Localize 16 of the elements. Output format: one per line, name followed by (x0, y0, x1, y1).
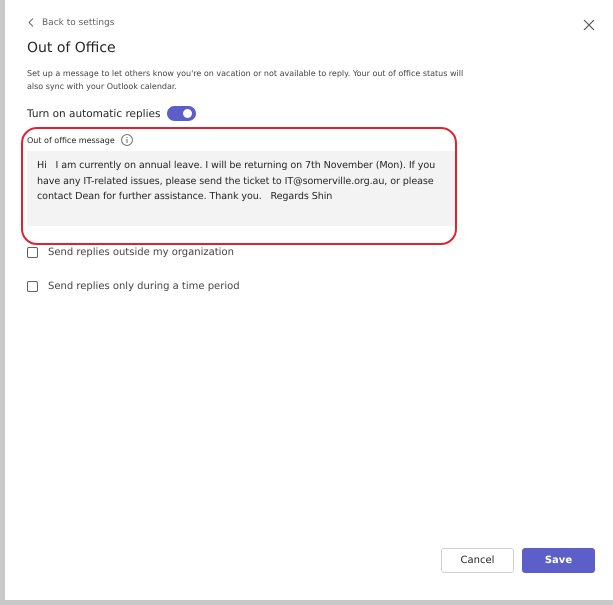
back-link[interactable]: Back to settings (28, 18, 114, 28)
save-button[interactable]: Save (522, 548, 595, 573)
message-field[interactable]: Hi I am currently on annual leave. I will be returning on 7th November (Mon). If you have any IT-related issues, please send the ticket to IT@somerville.org.au, or please contact Dean for further assistance. Thank you. Regards Shin (27, 151, 455, 226)
toggle-label: Turn on automatic replies (27, 108, 160, 120)
cancel-button[interactable]: Cancel (441, 548, 514, 573)
toggle-switch[interactable] (167, 106, 196, 121)
dialog-title: Out of Office (27, 40, 117, 56)
description-text: Set up a message to let others know you're on vacation or not available to reply. Your out of office status will also sync with your Outlook calendar. (27, 68, 464, 93)
chevron-left-icon (28, 18, 34, 27)
checkbox[interactable] (27, 280, 38, 292)
checkbox-label: Send replies outside my organization (48, 246, 234, 258)
close-icon[interactable] (583, 19, 595, 31)
checkbox-label: Send replies only during a time period (48, 280, 240, 292)
checkbox[interactable] (27, 246, 38, 258)
info-icon[interactable] (120, 134, 133, 146)
field-label: Out of office message (27, 136, 115, 144)
